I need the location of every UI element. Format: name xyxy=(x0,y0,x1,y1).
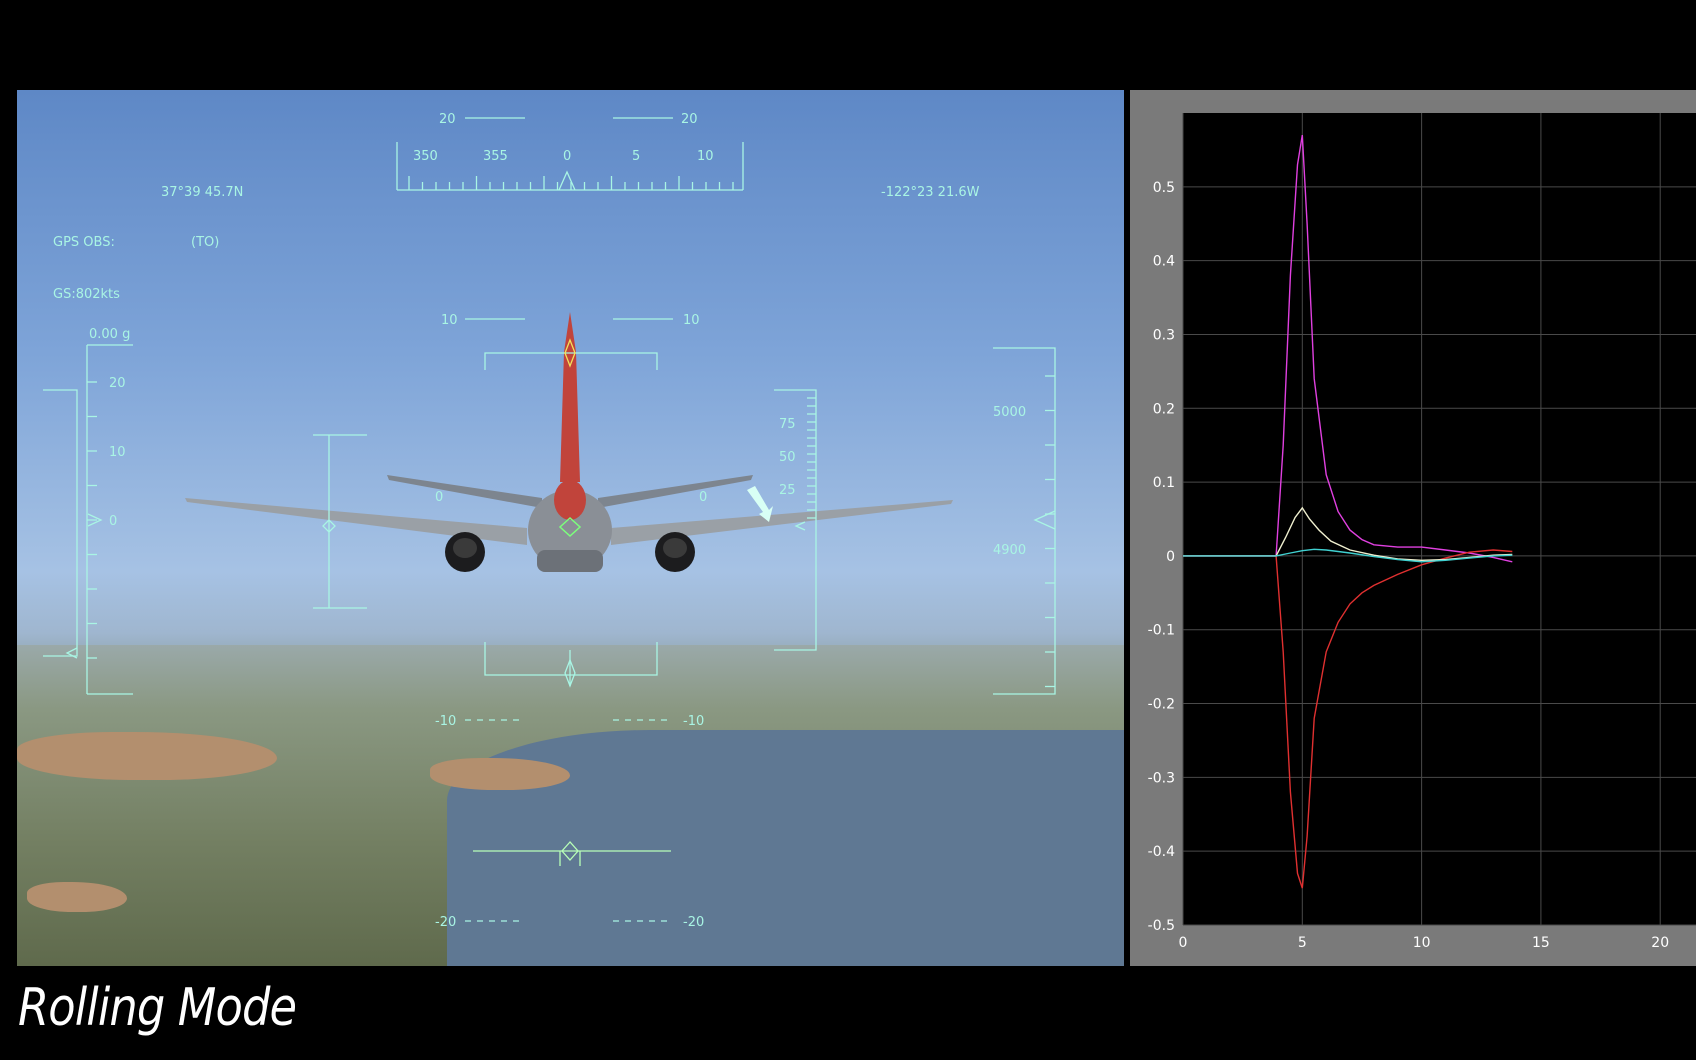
speed-label: 75 xyxy=(779,417,796,432)
gps-obs-label: GPS OBS: xyxy=(53,235,115,250)
heading-tick-5: 5 xyxy=(632,149,640,164)
x-tick-label: 10 xyxy=(1413,935,1431,951)
pitch-label: 0 xyxy=(699,490,707,505)
pitch-label: 20 xyxy=(681,112,698,127)
heading-tape: 350 355 0 5 10 xyxy=(396,142,744,191)
pitch-label: 10 xyxy=(683,313,700,328)
y-tick-label: -0.1 xyxy=(1148,623,1175,639)
y-tick-label: 0.1 xyxy=(1153,475,1175,491)
g-scale-label: 0 xyxy=(109,514,117,529)
pitch-label: 20 xyxy=(439,112,456,127)
y-tick-label: 0.3 xyxy=(1153,327,1175,343)
y-tick-label: -0.5 xyxy=(1148,918,1175,934)
y-tick-label: -0.2 xyxy=(1148,697,1175,713)
y-tick-label: 0.5 xyxy=(1153,180,1175,196)
heading-tick-10: 10 xyxy=(697,149,714,164)
longitude-readout: -122°23 21.6W xyxy=(881,185,980,200)
g-scale-label: 20 xyxy=(109,376,126,391)
pitch-label: 10 xyxy=(441,313,458,328)
heading-pointer-icon xyxy=(558,170,576,191)
y-tick-label: 0.2 xyxy=(1153,401,1175,417)
y-tick-label: -0.3 xyxy=(1148,770,1175,786)
g-scale-label: 10 xyxy=(109,445,126,460)
x-tick-label: 5 xyxy=(1298,935,1307,951)
pitch-label: -20 xyxy=(435,915,456,930)
altitude-scale: 5000 4900 xyxy=(993,347,1056,695)
altitude-label: 5000 xyxy=(993,405,1026,420)
g-scale: 0.00 g 20 10 0 xyxy=(43,327,133,695)
y-tick-label: 0.4 xyxy=(1153,254,1175,270)
scope-plot: 0.5 0.4 0.3 0.2 0.1 0 -0.1 -0.2 -0.3 -0.4 -0.5 0 5 1… xyxy=(1148,113,1696,951)
speed-label: 50 xyxy=(779,450,796,465)
pitch-label: -10 xyxy=(435,714,456,729)
y-axis: 0.5 0.4 0.3 0.2 0.1 0 -0.1 -0.2 -0.3 -0.4 -0.5 xyxy=(1148,180,1175,934)
pitch-label: -20 xyxy=(683,915,704,930)
pitch-label: 0 xyxy=(435,490,443,505)
heading-tick-350: 350 xyxy=(413,149,438,164)
gps-obs-value: (TO) xyxy=(191,235,219,250)
speed-label: 25 xyxy=(779,483,796,498)
heading-tick-355: 355 xyxy=(483,149,508,164)
x-tick-label: 20 xyxy=(1651,935,1669,951)
pitch-label: -10 xyxy=(683,714,704,729)
mode-caption: Rolling Mode xyxy=(18,978,297,1038)
x-tick-label: 0 xyxy=(1179,935,1188,951)
heading-tick-0: 0 xyxy=(563,149,571,164)
latitude-readout: 37°39 45.7N xyxy=(161,185,243,200)
y-tick-label: 0 xyxy=(1166,549,1175,565)
scope-panel: 0.5 0.4 0.3 0.2 0.1 0 -0.1 -0.2 -0.3 -0.4 -0.5 0 5 1… xyxy=(1130,90,1696,966)
g-load-readout: 0.00 g xyxy=(89,327,130,342)
aircraft xyxy=(185,312,953,572)
y-tick-label: -0.4 xyxy=(1148,844,1175,860)
altitude-label: 4900 xyxy=(993,543,1026,558)
plot-area xyxy=(1183,113,1696,925)
x-axis: 0 5 10 15 20 xyxy=(1179,935,1670,951)
x-tick-label: 15 xyxy=(1532,935,1550,951)
flight-sim-view: 350 355 0 5 10 20 20 10 10 0 0 -10 -10 -… xyxy=(17,90,1124,966)
ground-speed-readout: GS:802kts xyxy=(53,287,120,302)
hud-overlay: 350 355 0 5 10 20 20 10 10 0 0 -10 -10 -… xyxy=(43,112,1056,930)
